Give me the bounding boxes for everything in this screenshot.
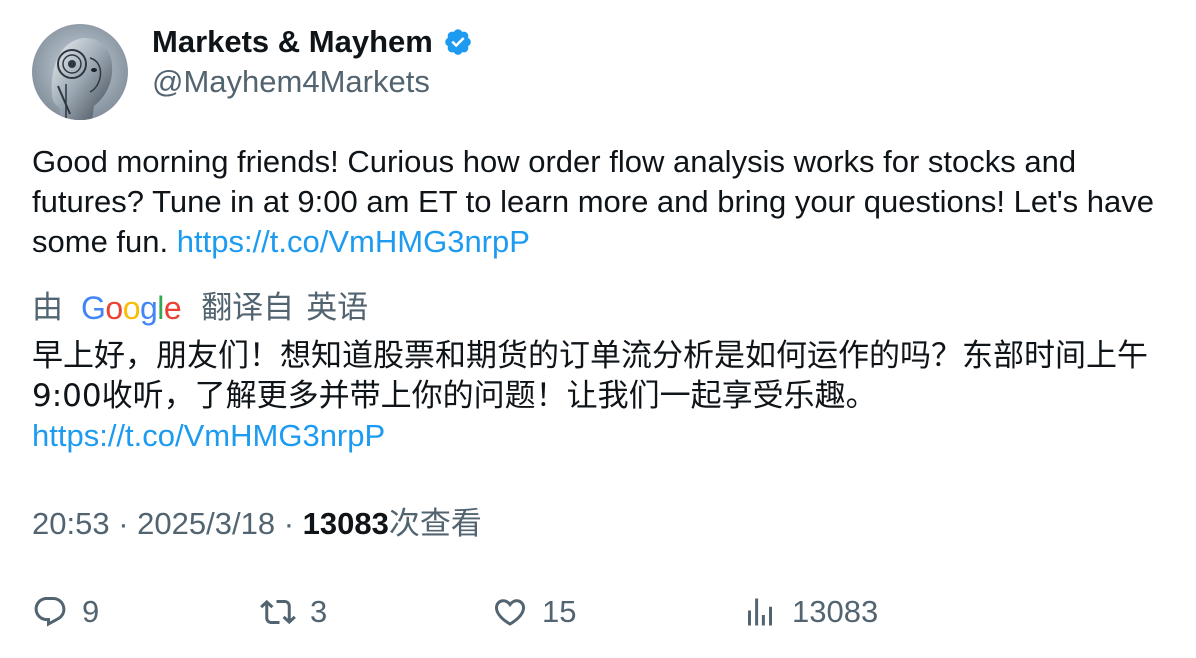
- author-avatar[interactable]: [32, 24, 128, 120]
- reply-count: 9: [82, 594, 100, 629]
- translated-by-label: 由: [32, 290, 63, 326]
- meta-separator: ·: [283, 506, 295, 541]
- views-action-count: 13083: [792, 594, 879, 629]
- retweet-icon: [260, 599, 296, 625]
- views-label: 次查看: [388, 506, 482, 542]
- tweet-actions: 9 3 15 13083: [32, 590, 1162, 634]
- meta-separator: ·: [118, 506, 129, 541]
- like-count: 15: [542, 594, 577, 629]
- translated-by-row: 由 Google 翻译自 英语: [32, 288, 368, 328]
- retweet-count: 3: [310, 594, 328, 629]
- robot-avatar-icon: [32, 24, 128, 120]
- display-name-row: Markets & Mayhem: [152, 24, 473, 60]
- tweet-time[interactable]: 20:53: [32, 506, 110, 541]
- translated-link[interactable]: https://t.co/VmHMG3nrpP: [32, 418, 385, 453]
- tweet-date[interactable]: 2025/3/18: [137, 506, 275, 541]
- reply-icon: [34, 597, 66, 627]
- author-display-name[interactable]: Markets & Mayhem: [152, 24, 433, 60]
- tweet-card: Markets & Mayhem @Mayhem4Markets Good mo…: [0, 0, 1196, 658]
- heart-icon: [494, 599, 526, 626]
- like-button[interactable]: 15: [492, 590, 576, 634]
- tweet-header: Markets & Mayhem @Mayhem4Markets: [32, 24, 473, 120]
- tweet-text: Good morning friends! Curious how order …: [32, 142, 1162, 262]
- translated-text: 早上好，朋友们！想知道股票和期货的订单流分析是如何运作的吗？东部时间上午9:00…: [32, 336, 1172, 456]
- tweet-link[interactable]: https://t.co/VmHMG3nrpP: [177, 224, 530, 259]
- reply-button[interactable]: 9: [32, 590, 99, 634]
- views-button[interactable]: 13083: [742, 590, 878, 634]
- author-names: Markets & Mayhem @Mayhem4Markets: [152, 24, 473, 100]
- retweet-button[interactable]: 3: [260, 590, 327, 634]
- views-count: 13083: [302, 506, 389, 541]
- verified-badge-icon[interactable]: [443, 27, 473, 57]
- google-logo[interactable]: Google: [81, 288, 182, 328]
- tweet-meta: 20:53 · 2025/3/18 · 13083次查看: [32, 504, 482, 544]
- author-handle[interactable]: @Mayhem4Markets: [152, 64, 473, 100]
- bar-chart-icon: [748, 598, 772, 626]
- translated-from-label: 翻译自: [201, 290, 295, 326]
- source-language: 英语: [306, 290, 369, 326]
- translated-body: 早上好，朋友们！想知道股票和期货的订单流分析是如何运作的吗？东部时间上午9:00…: [32, 338, 1148, 414]
